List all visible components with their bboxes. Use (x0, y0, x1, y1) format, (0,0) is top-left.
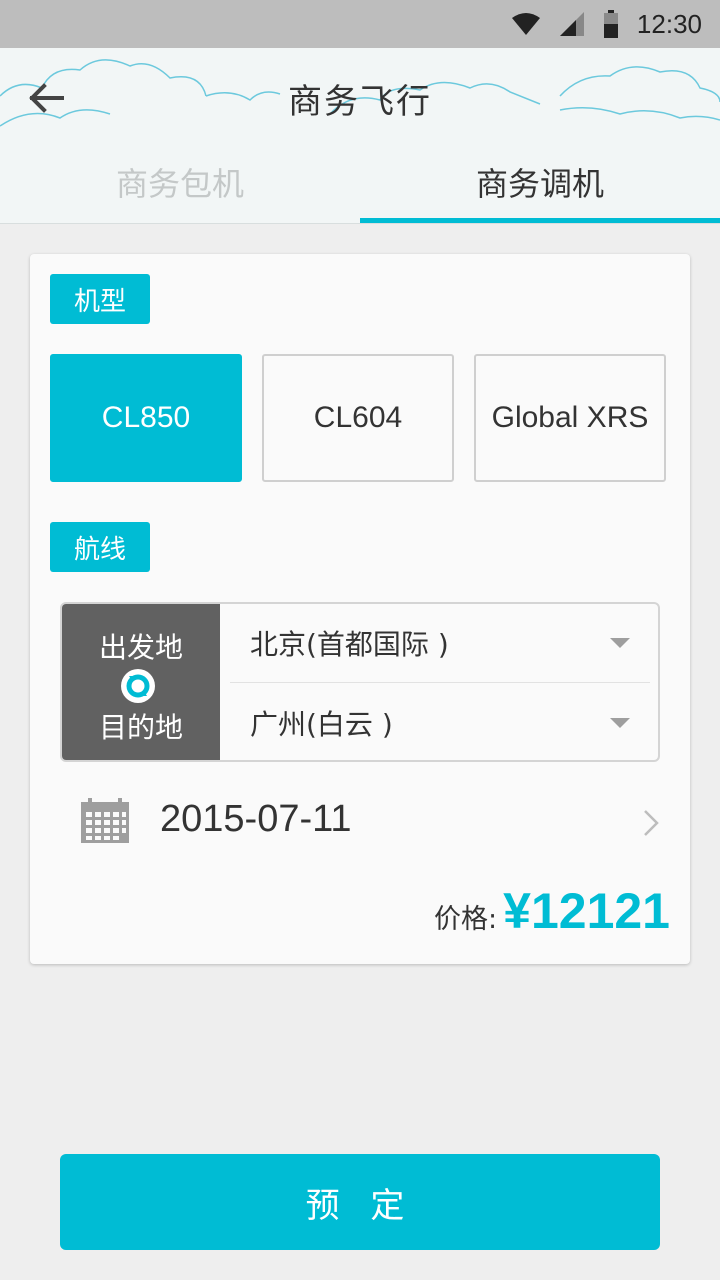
cell-signal-icon (559, 12, 584, 36)
route-selector: 出发地 目的地 北京(首都国际 ) 广州(白云 ) (60, 602, 660, 762)
status-bar: 12:30 (0, 0, 720, 48)
tab-charter[interactable]: 商务包机 (0, 152, 360, 223)
date-value: 2015-07-11 (160, 798, 352, 840)
destination-select[interactable]: 广州(白云 ) (220, 684, 658, 760)
destination-value: 广州(白云 ) (250, 708, 393, 741)
aircraft-section-label: 机型 (50, 274, 150, 324)
departure-label: 出发地 (98, 631, 183, 664)
dropdown-arrow-icon (610, 638, 630, 648)
aircraft-option-global-xrs[interactable]: Global XRS (474, 354, 666, 482)
destination-label: 目的地 (98, 711, 183, 744)
chevron-right-icon (644, 810, 659, 836)
price-row: 价格: ¥12121 (434, 882, 670, 942)
aircraft-options: CL850 CL604 Global XRS (50, 354, 666, 482)
swap-icon[interactable] (120, 668, 156, 704)
app-header: 商务飞行 商务包机 商务调机 (0, 48, 720, 224)
calendar-icon (81, 798, 129, 843)
tab-bar: 商务包机 商务调机 (0, 152, 720, 223)
departure-value: 北京(首都国际 ) (250, 628, 449, 661)
wifi-icon (511, 13, 540, 35)
route-divider (230, 682, 650, 683)
departure-select[interactable]: 北京(首都国际 ) (220, 604, 658, 682)
page-title: 商务飞行 (288, 82, 432, 122)
aircraft-option-cl850[interactable]: CL850 (50, 354, 242, 482)
booking-card: 机型 CL850 CL604 Global XRS 航线 出发地 目的地 北京(… (30, 254, 690, 964)
battery-icon (603, 10, 618, 38)
price-value: ¥12121 (503, 883, 670, 939)
dropdown-arrow-icon (610, 718, 630, 728)
route-side-panel: 出发地 目的地 (62, 604, 220, 760)
book-button[interactable]: 预 定 (60, 1154, 660, 1250)
date-picker-row[interactable]: 2015-07-11 (80, 794, 660, 854)
aircraft-option-cl604[interactable]: CL604 (262, 354, 454, 482)
route-section-label: 航线 (50, 522, 150, 572)
tab-repositioning[interactable]: 商务调机 (360, 152, 720, 223)
price-label: 价格: (434, 904, 498, 935)
status-time: 12:30 (636, 8, 702, 39)
